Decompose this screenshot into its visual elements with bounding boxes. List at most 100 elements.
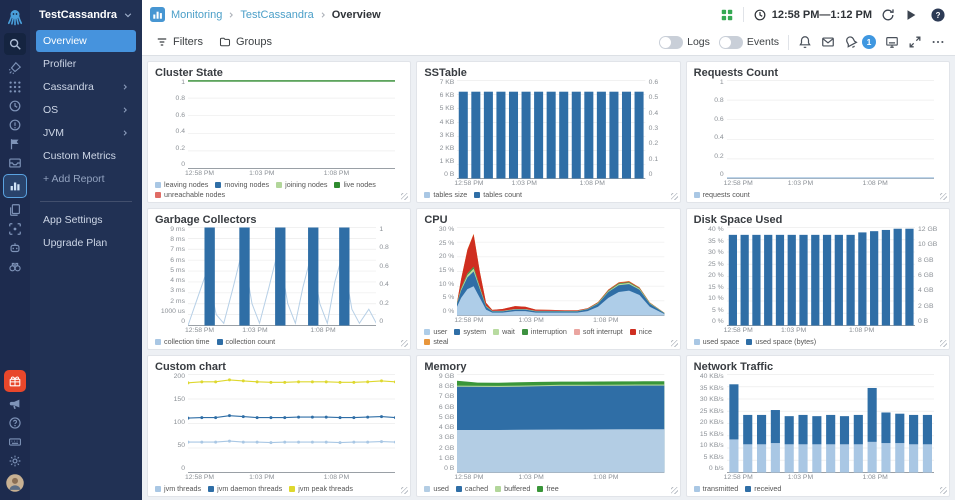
legend-item-soft-interrupt[interactable]: soft interrupt: [574, 327, 623, 336]
rail-inbox-button[interactable]: [4, 154, 26, 171]
chart-plot[interactable]: [457, 227, 664, 316]
legend-item-jvm-threads[interactable]: jvm threads: [155, 484, 201, 493]
time-range-button[interactable]: 12:58 PM—1:12 PM: [753, 8, 872, 22]
resize-handle[interactable]: [401, 193, 408, 200]
x-tick: 1:08 PM: [593, 317, 618, 324]
filters-button[interactable]: Filters: [150, 34, 209, 50]
legend-item-nice[interactable]: nice: [630, 327, 652, 336]
sidebar-item-cassandra[interactable]: Cassandra: [36, 76, 136, 98]
chart-plot[interactable]: [727, 374, 934, 473]
rail-scan-button[interactable]: [4, 220, 26, 237]
legend-item-unreachable-nodes[interactable]: unreachable nodes: [155, 190, 225, 199]
rail-gear-button[interactable]: [4, 452, 26, 469]
resize-handle[interactable]: [671, 193, 678, 200]
legend-item-used-space-bytes[interactable]: used space (bytes): [746, 337, 816, 346]
legend-item-free[interactable]: free: [537, 484, 558, 493]
breadcrumb-monitoring[interactable]: Monitoring: [171, 9, 222, 21]
breadcrumb-testcassandra[interactable]: TestCassandra: [240, 9, 313, 21]
legend-item-user[interactable]: user: [424, 327, 447, 336]
chart-plot[interactable]: [457, 374, 664, 473]
rail-megaphone-button[interactable]: [4, 395, 26, 412]
groups-button[interactable]: Groups: [213, 34, 278, 50]
refresh-icon[interactable]: [881, 8, 895, 22]
sidebar-item-jvm[interactable]: JVM: [36, 122, 136, 144]
legend-item-requests-count[interactable]: requests count: [694, 190, 750, 199]
legend-item-jvm-daemon-threads[interactable]: jvm daemon threads: [208, 484, 282, 493]
sidebar-item-os[interactable]: OS: [36, 99, 136, 121]
rail-help-button[interactable]: [4, 414, 26, 431]
resize-handle[interactable]: [940, 487, 947, 494]
rail-flag-button[interactable]: [4, 135, 26, 152]
chart-plot[interactable]: [727, 80, 934, 179]
legend-item-steal[interactable]: steal: [424, 337, 448, 346]
legend-item-transmitted[interactable]: transmitted: [694, 484, 739, 493]
resize-handle[interactable]: [940, 193, 947, 200]
rail-clock-button[interactable]: [4, 97, 26, 114]
monitor-icon[interactable]: [885, 35, 899, 49]
bell-icon[interactable]: [798, 35, 812, 49]
legend-item-wait[interactable]: wait: [493, 327, 515, 336]
legend-item-tables-size[interactable]: tables size: [424, 190, 467, 199]
more-options-icon[interactable]: [931, 35, 945, 49]
rail-keyboard-button[interactable]: [4, 433, 26, 450]
resize-handle[interactable]: [401, 340, 408, 347]
legend-item-collection-count[interactable]: collection count: [217, 337, 276, 346]
help-icon[interactable]: ?: [931, 8, 945, 22]
time-range-label: 12:58 PM—1:12 PM: [772, 9, 872, 21]
envelope-icon[interactable]: [821, 35, 835, 49]
chart-plot[interactable]: [188, 374, 395, 473]
sidebar-item-profiler[interactable]: Profiler: [36, 53, 136, 75]
sidebar-item-overview[interactable]: Overview: [36, 30, 136, 52]
rail-gift-button[interactable]: [4, 370, 26, 392]
logs-toggle[interactable]: Logs: [659, 36, 710, 49]
chart-plot[interactable]: [188, 227, 376, 326]
legend-item-joining-nodes[interactable]: joining nodes: [276, 180, 327, 189]
gift-icon: [8, 374, 22, 388]
sidebar-item-upgrade-plan[interactable]: Upgrade Plan: [36, 232, 136, 254]
chart-plot[interactable]: [457, 80, 645, 179]
legend-item-moving-nodes[interactable]: moving nodes: [215, 180, 269, 189]
chart-plot[interactable]: [188, 80, 395, 169]
play-icon[interactable]: [904, 8, 918, 22]
app-launcher-icon[interactable]: [720, 8, 734, 22]
legend-item-cached[interactable]: cached: [456, 484, 488, 493]
legend-item-jvm-peak-threads[interactable]: jvm peak threads: [289, 484, 353, 493]
rail-alert-circle-button[interactable]: [4, 116, 26, 133]
legend-item-used[interactable]: used: [424, 484, 449, 493]
rail-logo[interactable]: [4, 5, 26, 29]
rail-avatar[interactable]: [4, 471, 26, 495]
sidebar-item-add-report[interactable]: + Add Report: [36, 168, 136, 190]
resize-handle[interactable]: [671, 487, 678, 494]
rail-binoculars-button[interactable]: [4, 258, 26, 275]
resize-handle[interactable]: [401, 487, 408, 494]
app-switcher[interactable]: TestCassandra: [30, 0, 142, 29]
legend-item-collection-time[interactable]: collection time: [155, 337, 210, 346]
rail-rocket-button[interactable]: [4, 59, 26, 76]
legend-item-live-nodes[interactable]: live nodes: [334, 180, 375, 189]
rail-bot-button[interactable]: [4, 239, 26, 256]
chart-legend: collection time collection count: [155, 336, 403, 348]
chart-plot[interactable]: [727, 227, 915, 326]
legend-item-used-space[interactable]: used space: [694, 337, 740, 346]
rail-docs-button[interactable]: [4, 201, 26, 218]
rail-charts-button[interactable]: [3, 174, 27, 198]
legend-item-leaving-nodes[interactable]: leaving nodes: [155, 180, 208, 189]
legend-item-received[interactable]: received: [745, 484, 781, 493]
sidebar-item-app-settings[interactable]: App Settings: [36, 209, 136, 231]
sidebar-item-custom-metrics[interactable]: Custom Metrics: [36, 145, 136, 167]
chart-card-disk-space-used: Disk Space Used 40 %35 %30 %25 %20 %15 %…: [686, 208, 950, 350]
rail-apps-button[interactable]: [4, 78, 26, 95]
y-axis-right-labels: [665, 374, 673, 473]
resize-handle[interactable]: [671, 340, 678, 347]
alerts-bell-icon[interactable]: [844, 35, 858, 49]
legend-item-buffered[interactable]: buffered: [495, 484, 530, 493]
legend-item-interruption[interactable]: interruption: [522, 327, 567, 336]
y-axis-right-labels: 0.60.50.40.30.20.10: [646, 80, 673, 179]
events-toggle[interactable]: Events: [719, 36, 779, 49]
rail-search-button[interactable]: [4, 33, 26, 55]
legend-item-tables-count[interactable]: tables count: [474, 190, 522, 199]
fullscreen-icon[interactable]: [908, 35, 922, 49]
alerts-count-badge[interactable]: 1: [862, 35, 876, 49]
legend-item-system[interactable]: system: [454, 327, 486, 336]
resize-handle[interactable]: [940, 340, 947, 347]
